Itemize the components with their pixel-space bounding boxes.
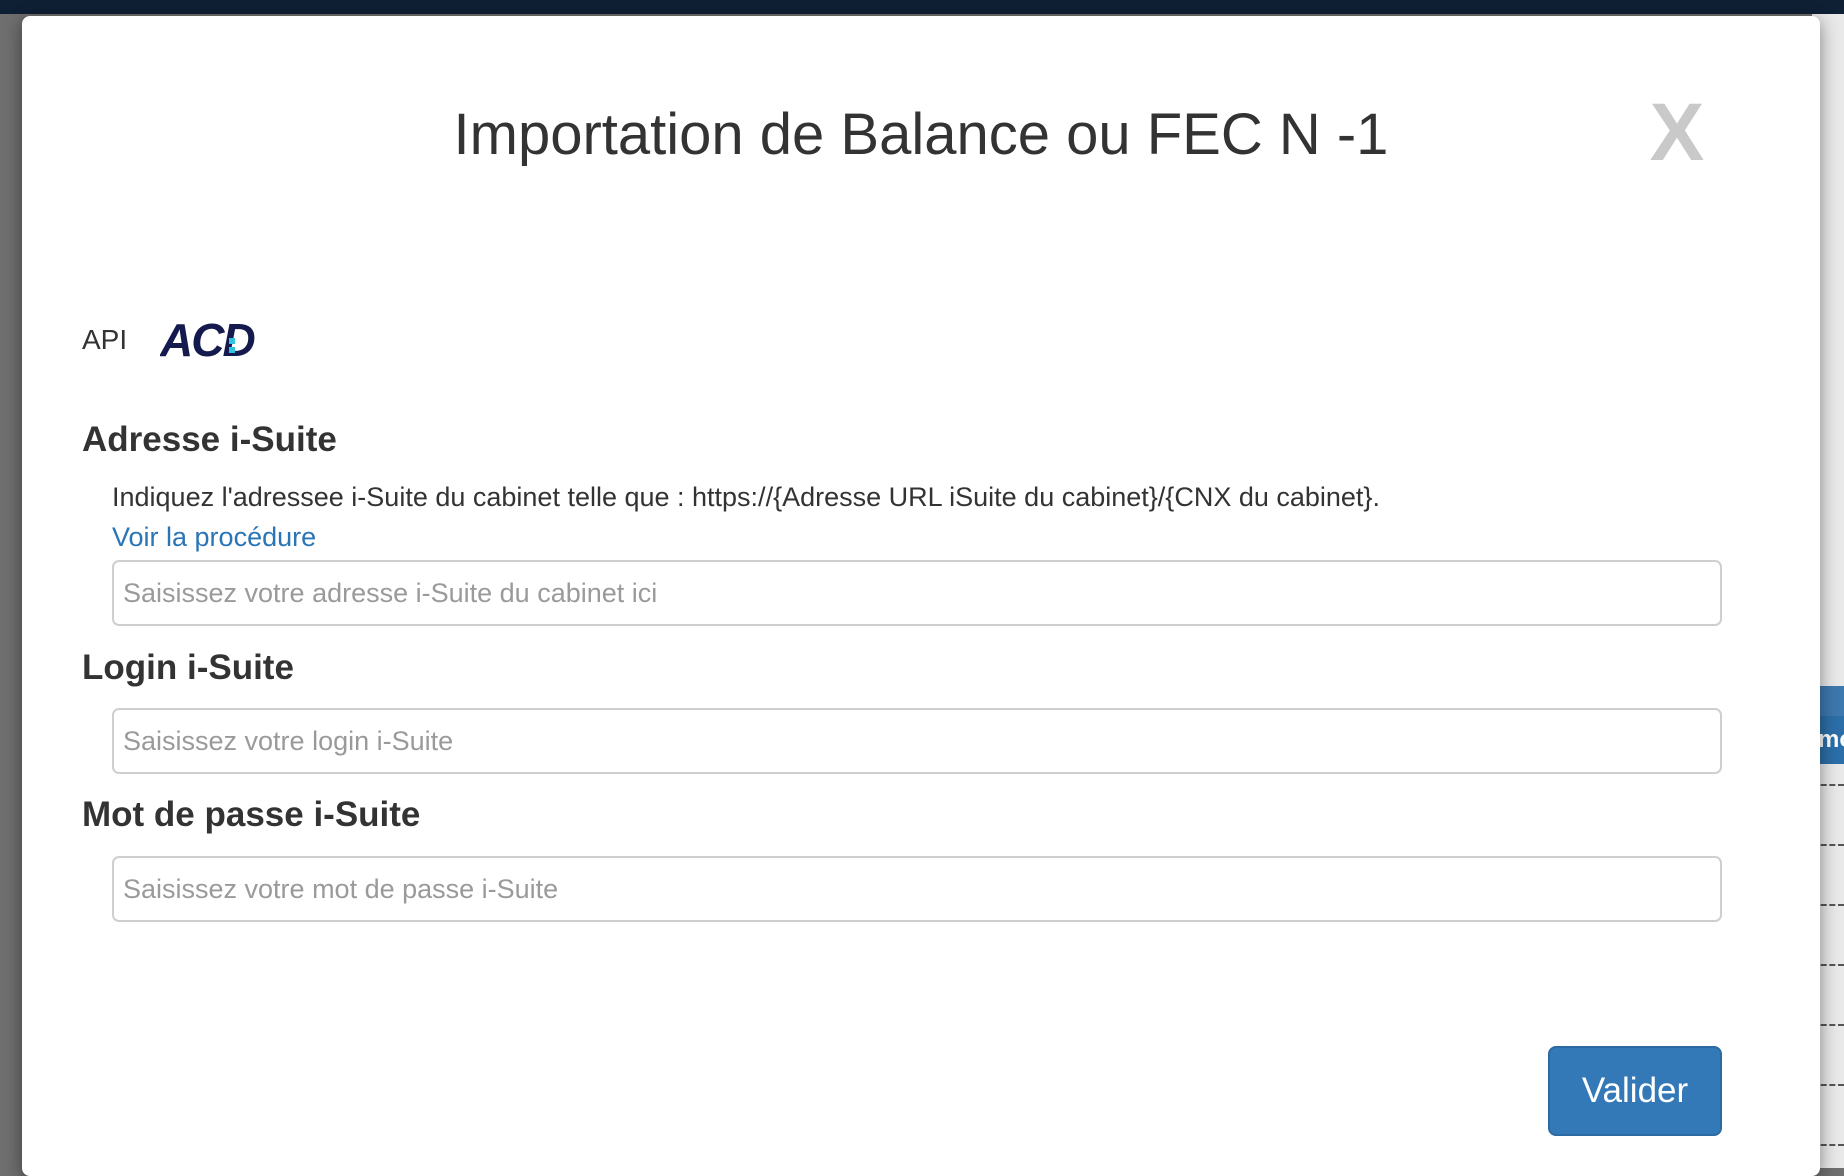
svg-text:ACD: ACD [160, 316, 254, 362]
login-input[interactable] [112, 708, 1722, 774]
modal-title: Importation de Balance ou FEC N -1 [453, 102, 1389, 167]
top-app-bar [0, 0, 1844, 14]
address-label: Adresse i-Suite [82, 420, 337, 459]
acd-logo: ACD [160, 316, 256, 362]
validate-button[interactable]: Valider [1548, 1046, 1722, 1136]
password-input[interactable] [112, 856, 1722, 922]
close-icon[interactable]: X [1634, 88, 1720, 178]
procedure-link[interactable]: Voir la procédure [112, 522, 316, 553]
api-label: API [82, 324, 128, 355]
address-help-text: Indiquez l'adressee i-Suite du cabinet t… [112, 482, 1380, 512]
address-input[interactable] [112, 560, 1722, 626]
password-label: Mot de passe i-Suite [82, 795, 421, 834]
login-label: Login i-Suite [82, 648, 294, 687]
import-modal: Importation de Balance ou FEC N -1 X API… [22, 16, 1820, 1176]
